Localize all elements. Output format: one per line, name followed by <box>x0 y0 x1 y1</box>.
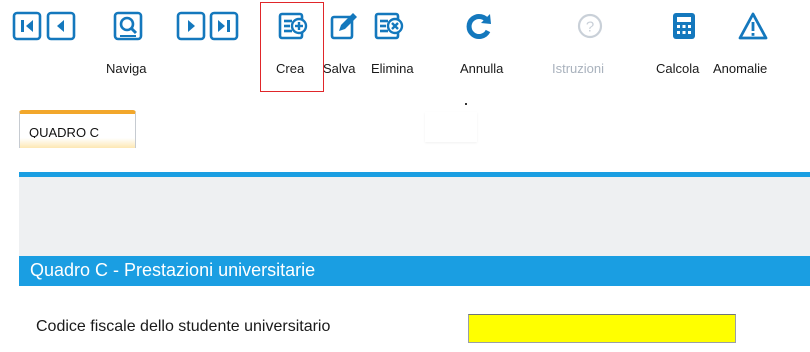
warning-icon[interactable] <box>738 11 768 41</box>
calculate-button[interactable]: Calcola <box>656 61 699 77</box>
separator-dot <box>465 103 467 105</box>
next-record-icon[interactable] <box>176 11 206 41</box>
student-tax-code-input[interactable] <box>468 314 736 343</box>
save-icon[interactable] <box>329 11 359 41</box>
save-button[interactable]: Salva <box>323 61 356 77</box>
empty-panel <box>425 112 477 142</box>
toolbar: Naviga Crea Salva Elimina Annulla ? Istr… <box>0 0 810 92</box>
section-header: Quadro C - Prestazioni universitarie <box>19 256 810 286</box>
delete-button[interactable]: Elimina <box>371 61 414 77</box>
help-icon: ? <box>575 11 605 41</box>
section-title: Quadro C - Prestazioni universitarie <box>30 260 316 280</box>
first-record-icon[interactable] <box>12 11 42 41</box>
tab-quadro-c[interactable]: QUADRO C <box>19 110 136 148</box>
anomalies-button[interactable]: Anomalie <box>713 61 767 77</box>
delete-icon[interactable] <box>374 11 404 41</box>
previous-record-icon[interactable] <box>46 11 76 41</box>
content-band <box>19 177 810 256</box>
calculator-icon[interactable] <box>669 11 699 41</box>
tab-active-indicator <box>20 138 135 148</box>
last-record-icon[interactable] <box>209 11 239 41</box>
search-record-icon[interactable] <box>113 11 143 41</box>
cancel-button[interactable]: Annulla <box>460 61 503 77</box>
navigate-label[interactable]: Naviga <box>106 61 146 77</box>
instructions-button: Istruzioni <box>552 61 605 76</box>
svg-text:?: ? <box>586 19 594 36</box>
undo-icon[interactable] <box>464 11 494 41</box>
student-tax-code-label: Codice fiscale dello studente universita… <box>36 318 331 335</box>
create-button-highlight <box>260 2 324 92</box>
